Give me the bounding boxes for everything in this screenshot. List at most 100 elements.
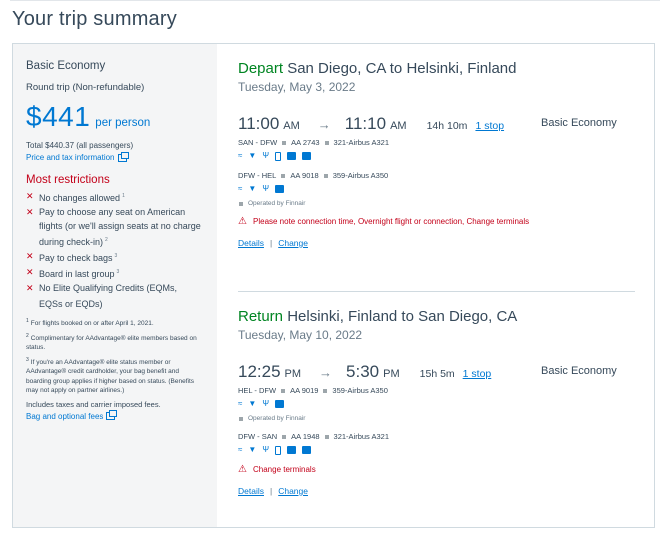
leg-info: DFW - HEL AA 9018 359-Airbus A350 bbox=[238, 171, 638, 180]
leg-route: HEL - DFW bbox=[238, 386, 277, 395]
leg-flight: AA 9019 bbox=[290, 386, 319, 395]
warning-text: Change terminals bbox=[253, 465, 316, 474]
leg-info: HEL - DFW AA 9019 359-Airbus A350 bbox=[238, 386, 638, 395]
fare-sidebar: Basic Economy Round trip (Non-refundable… bbox=[13, 44, 217, 527]
leg-flight: AA 1948 bbox=[291, 432, 320, 441]
footnotes: 1 For flights booked on or after April 1,… bbox=[26, 317, 203, 396]
x-icon: ✕ bbox=[26, 191, 34, 201]
cabin-class: Basic Economy bbox=[541, 365, 617, 377]
flight-leg: DFW - HEL AA 9018 359-Airbus A350 ≈ ▼ Ψ bbox=[238, 171, 638, 194]
leg-route: DFW - SAN bbox=[238, 432, 278, 441]
price-row: $441 per person bbox=[26, 101, 203, 133]
leg-info: SAN - DFW AA 2743 321-Airbus A321 bbox=[238, 138, 638, 147]
usb-icon: Ψ bbox=[262, 399, 269, 408]
bag-fees-link-label[interactable]: Bag and optional fees bbox=[26, 412, 103, 421]
power-icon: ▼ bbox=[248, 445, 257, 454]
trip-type: Round trip (Non-refundable) bbox=[26, 82, 145, 93]
segment-return: Return Helsinki, Finland to San Diego, C… bbox=[238, 308, 638, 496]
restrictions-title: Most restrictions bbox=[26, 174, 110, 186]
warning-icon: ⚠ bbox=[238, 464, 247, 475]
leg-flight: AA 9018 bbox=[290, 171, 319, 180]
x-icon: ✕ bbox=[26, 251, 34, 261]
segment-title: Depart San Diego, CA to Helsinki, Finlan… bbox=[238, 60, 638, 77]
wifi-icon: ≈ bbox=[238, 184, 243, 193]
segment-date: Tuesday, May 10, 2022 bbox=[238, 328, 363, 342]
stops-link[interactable]: 1 stop bbox=[463, 368, 492, 380]
price-tax-link-label[interactable]: Price and tax information bbox=[26, 153, 115, 162]
separator: | bbox=[269, 238, 273, 248]
price-amount: $441 bbox=[26, 101, 91, 132]
restriction-text: No Elite Qualifying Credits (EQMs, EQSs … bbox=[39, 283, 178, 309]
restrictions-list: ✕ No changes allowed 1 ✕ Pay to choose any… bbox=[26, 189, 203, 311]
change-link[interactable]: Change bbox=[278, 238, 308, 248]
entertainment-icon bbox=[287, 446, 296, 454]
phone-icon bbox=[275, 151, 281, 161]
change-link[interactable]: Change bbox=[278, 486, 308, 496]
entertainment-icon bbox=[287, 152, 296, 160]
amenities: ≈ ▼ Ψ bbox=[238, 445, 638, 455]
amenities: ≈ ▼ Ψ bbox=[238, 399, 638, 409]
warning-text: Please note connection time, Overnight f… bbox=[253, 217, 530, 226]
leg-flight: AA 2743 bbox=[291, 138, 320, 147]
price-tax-link[interactable]: Price and tax information bbox=[26, 151, 203, 162]
leg-route: DFW - HEL bbox=[238, 171, 277, 180]
app-icon bbox=[302, 152, 311, 160]
operated-by: Operated by Finnair bbox=[238, 415, 638, 422]
phone-icon bbox=[275, 445, 281, 455]
leg-aircraft: 359-Airbus A350 bbox=[332, 386, 388, 395]
time-row: 11:00 AM → 11:10 AM 14h 10m 1 stop Basic… bbox=[238, 114, 638, 134]
leg-aircraft: 321-Airbus A321 bbox=[333, 138, 389, 147]
segment-depart: Depart San Diego, CA to Helsinki, Finlan… bbox=[238, 60, 638, 248]
restriction-item: ✕ Pay to check bags 3 bbox=[26, 249, 203, 265]
fare-name: Basic Economy bbox=[26, 60, 106, 72]
segment-date: Tuesday, May 3, 2022 bbox=[238, 80, 356, 94]
x-icon: ✕ bbox=[26, 283, 34, 293]
leg-aircraft: 321-Airbus A321 bbox=[333, 432, 389, 441]
leg-aircraft: 359-Airbus A350 bbox=[332, 171, 389, 180]
taxes-note: Includes taxes and carrier imposed fees. bbox=[26, 399, 161, 409]
footnote: 1 For flights booked on or after April 1,… bbox=[26, 318, 154, 328]
arrow-right-icon: → bbox=[317, 117, 331, 132]
segment-route: Helsinki, Finland to San Diego, CA bbox=[287, 308, 518, 325]
price-suffix: per person bbox=[95, 117, 151, 129]
restriction-item: ✕ Pay to choose any seat on American fli… bbox=[26, 205, 203, 249]
external-link-icon bbox=[117, 151, 129, 162]
app-icon bbox=[302, 446, 311, 454]
segment-actions: Details | Change bbox=[238, 486, 638, 496]
depart-time: 12:25 bbox=[238, 362, 281, 381]
leg-info: DFW - SAN AA 1948 321-Airbus A321 bbox=[238, 432, 638, 441]
power-icon: ▼ bbox=[248, 399, 257, 408]
flight-leg: SAN - DFW AA 2743 321-Airbus A321 ≈ ▼ Ψ bbox=[238, 138, 638, 161]
segment-actions: Details | Change bbox=[238, 238, 638, 248]
amenities: ≈ ▼ Ψ bbox=[238, 184, 638, 194]
segment-route: San Diego, CA to Helsinki, Finland bbox=[287, 60, 517, 77]
restriction-item: ✕ No changes allowed 1 bbox=[26, 189, 203, 205]
bag-fees-link[interactable]: Bag and optional fees bbox=[26, 410, 203, 421]
duration: 15h 5m bbox=[419, 368, 455, 380]
power-icon: ▼ bbox=[248, 184, 257, 193]
segment-title: Return Helsinki, Finland to San Diego, C… bbox=[238, 308, 638, 325]
time-row: 12:25 PM → 5:30 PM 15h 5m 1 stop Basic E… bbox=[238, 362, 638, 382]
restriction-text: Board in last group 3 bbox=[39, 269, 120, 279]
depart-ampm: AM bbox=[283, 120, 300, 132]
footnote: 3 If you're an AAdvantage® elite status m… bbox=[26, 356, 195, 395]
external-link-icon bbox=[106, 410, 118, 421]
arrive-ampm: AM bbox=[390, 120, 407, 132]
wifi-icon: ≈ bbox=[238, 151, 243, 160]
details-link[interactable]: Details bbox=[238, 486, 264, 496]
segment-verb: Return bbox=[238, 308, 284, 325]
stops-link[interactable]: 1 stop bbox=[475, 120, 504, 132]
x-icon: ✕ bbox=[26, 267, 34, 277]
top-divider bbox=[10, 0, 660, 1]
separator: | bbox=[269, 486, 273, 496]
flight-leg: HEL - DFW AA 9019 359-Airbus A350 ≈ ▼ Ψ bbox=[238, 386, 638, 409]
warning: ⚠ Change terminals bbox=[238, 464, 638, 476]
cabin-class: Basic Economy bbox=[541, 117, 617, 129]
usb-icon: Ψ bbox=[262, 184, 269, 193]
duration: 14h 10m bbox=[426, 120, 468, 132]
warning: ⚠ Please note connection time, Overnight… bbox=[238, 216, 638, 228]
price-total: Total $440.37 (all passengers) bbox=[26, 141, 134, 150]
details-link[interactable]: Details bbox=[238, 238, 264, 248]
restriction-text: Pay to choose any seat on American fligh… bbox=[39, 207, 201, 247]
restriction-item: ✕ No Elite Qualifying Credits (EQMs, EQS… bbox=[26, 281, 203, 311]
